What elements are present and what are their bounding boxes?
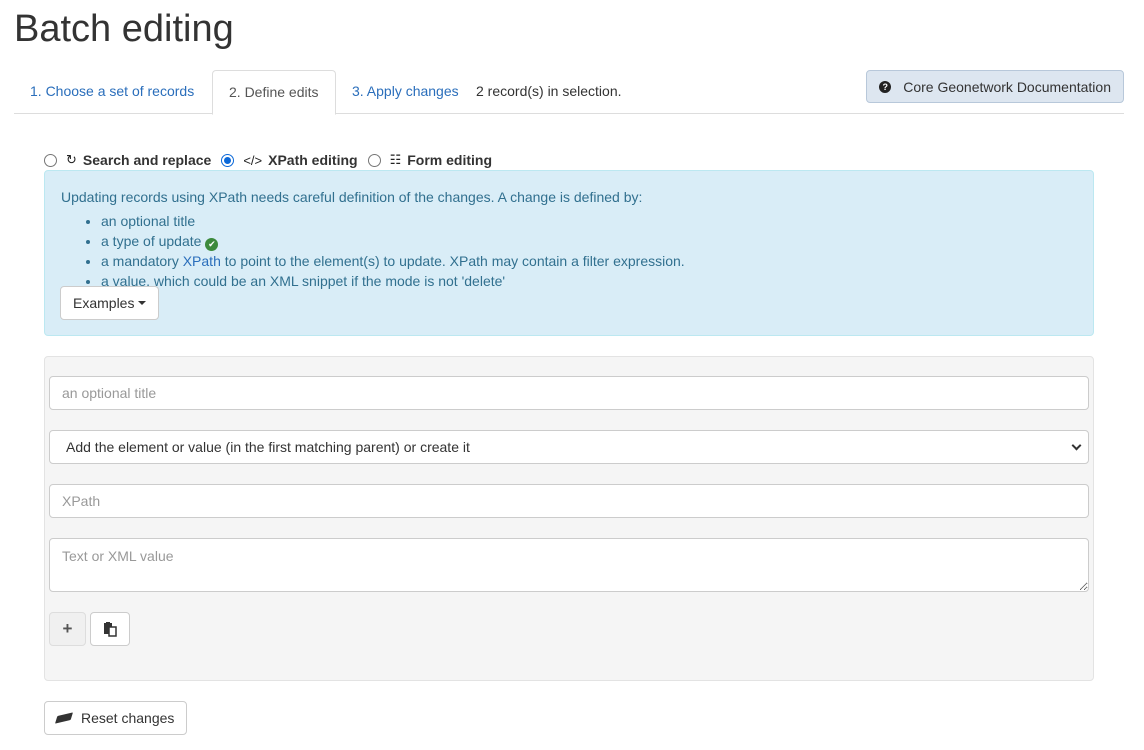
caret-down-icon	[138, 301, 147, 305]
documentation-button-label: Core Geonetwork Documentation	[903, 78, 1111, 95]
edit-title-input[interactable]	[49, 376, 1089, 410]
xpath-editing-radio[interactable]	[221, 153, 235, 167]
help-item-xpath-suffix: to point to the element(s) to update. XP…	[220, 253, 685, 269]
code-icon: </>	[243, 152, 263, 168]
tab-define-edits[interactable]: 2. Define edits	[212, 70, 336, 115]
plus-icon: +	[62, 619, 73, 638]
documentation-button[interactable]: ? Core Geonetwork Documentation	[866, 70, 1124, 103]
update-type-select[interactable]: Add the element or value (in the first m…	[49, 430, 1089, 464]
question-circle-icon: ?	[879, 80, 892, 93]
help-item-update-type-text: a type of update	[101, 233, 202, 249]
xpath-help-box: Updating records using XPath needs caref…	[44, 170, 1094, 336]
refresh-icon: ↻	[66, 152, 77, 167]
chevron-down-icon	[1071, 440, 1082, 450]
page-title: Batch editing	[14, 8, 234, 50]
help-item-title: an optional title	[101, 211, 1077, 231]
selection-count: 2 record(s) in selection.	[476, 83, 622, 99]
reset-changes-button[interactable]: Reset changes	[44, 701, 188, 735]
value-textarea[interactable]	[49, 538, 1089, 592]
eraser-icon	[54, 712, 74, 724]
reset-changes-label: Reset changes	[81, 710, 175, 726]
form-editing-radio[interactable]	[367, 153, 381, 167]
list-alt-icon: ☷	[389, 152, 402, 167]
xpath-doc-link[interactable]: XPath	[183, 253, 221, 269]
edit-definition-panel: Add the element or value (in the first m…	[44, 356, 1094, 681]
examples-button-label: Examples	[73, 295, 135, 311]
add-edit-button[interactable]: +	[49, 612, 86, 646]
help-item-update-type: a type of update✔	[101, 231, 1077, 251]
help-item-xpath-prefix: a mandatory	[101, 253, 183, 269]
wizard-tabs: 1. Choose a set of records 2. Define edi…	[14, 70, 1124, 115]
search-replace-radio[interactable]	[44, 153, 57, 167]
edit-mode-selector: ↻ Search and replace </> XPath editing ☷…	[44, 150, 502, 170]
check-circle-icon: ✔	[205, 237, 219, 251]
update-type-selected-value: Add the element or value (in the first m…	[66, 439, 470, 455]
help-intro: Updating records using XPath needs caref…	[61, 189, 643, 205]
paste-icon	[104, 622, 117, 637]
xpath-input[interactable]	[49, 484, 1089, 518]
paste-button[interactable]	[90, 612, 130, 646]
search-replace-label[interactable]: Search and replace	[83, 152, 211, 168]
help-list: an optional title a type of update✔ a ma…	[61, 211, 1077, 291]
form-editing-label[interactable]: Form editing	[407, 152, 492, 168]
examples-dropdown-button[interactable]: Examples	[60, 286, 160, 320]
tab-choose-records[interactable]: 1. Choose a set of records	[14, 70, 210, 114]
help-item-value: a value, which could be an XML snippet i…	[101, 271, 1077, 291]
help-item-xpath: a mandatory XPath to point to the elemen…	[101, 251, 1077, 271]
xpath-editing-label[interactable]: XPath editing	[268, 152, 357, 168]
tab-apply-changes[interactable]: 3. Apply changes	[336, 70, 475, 114]
